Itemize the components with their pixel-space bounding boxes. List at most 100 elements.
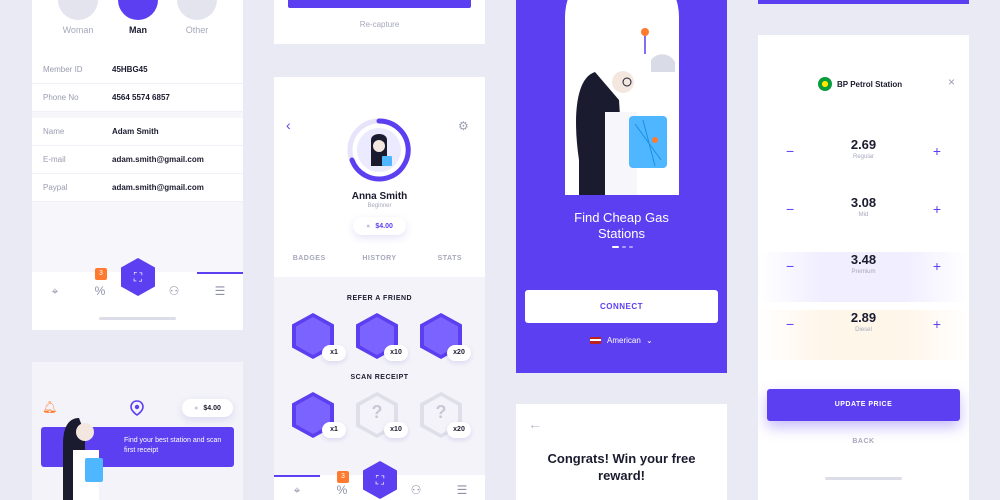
woman-avatar-icon[interactable] [58,0,98,20]
language-selector[interactable]: American ⌄ [516,336,727,345]
gender-other-label[interactable]: Other [167,25,227,35]
paypal-value[interactable]: adam.smith@gmail.com [112,183,204,192]
profile-screen: Woman Man Other Member ID 45HBG45 Phone … [32,0,243,330]
close-icon[interactable]: × [948,75,955,89]
email-value[interactable]: adam.smith@gmail.com [112,155,204,164]
tab-stats[interactable]: STATS [415,255,485,262]
other-avatar-icon[interactable] [177,0,217,20]
map-pin-icon[interactable] [130,400,144,416]
email-row: E-mail adam.smith@gmail.com [32,146,243,174]
scan-button[interactable]: ⛶ [363,461,397,499]
profile-name: Anna Smith [351,191,408,202]
scan-badge-3-mult: x20 [447,422,471,438]
gender-selector: Woman Man Other [32,0,243,56]
recapture-link[interactable]: Re-capture [274,20,485,29]
paypal-row: Paypal adam.smith@gmail.com [32,174,243,202]
profile-level: Beginner [367,203,392,209]
question-mark-icon: ? [435,402,447,422]
reward-screen: ← Congrats! Win your free reward! [516,404,727,500]
gender-woman-label[interactable]: Woman [48,25,108,35]
station-price-screen: BP Petrol Station × − 2.69 Regular + − 3… [758,35,969,500]
balance-value: $4.00 [203,404,221,412]
man-avatar-icon[interactable] [118,0,158,20]
page-indicator [612,246,633,248]
refer-badge-2-mult: x10 [384,345,408,361]
paypal-label: Paypal [43,183,68,192]
home-indicator [825,477,902,480]
increase-diesel-button[interactable]: + [933,316,941,332]
bp-logo-icon [818,77,832,91]
active-tab-indicator [197,272,243,274]
back-button[interactable]: BACK [758,438,969,445]
menu-icon[interactable]: ☰ [213,284,227,298]
home-map-screen: 🔔︎ ● $4.00 Find your best station and sc… [32,362,243,500]
top-accent-bar [758,0,969,4]
increase-premium-button[interactable]: + [933,258,941,274]
reward-title: Congrats! Win your free reward! [516,450,727,484]
bell-icon[interactable]: 🔔︎ [42,400,57,414]
scan-receipt-title: SCAN RECEIPT [350,374,409,381]
increase-regular-button[interactable]: + [933,143,941,159]
location-pin-icon[interactable]: ⌖ [290,483,304,497]
woman-illustration-icon [63,418,103,500]
menu-icon[interactable]: ☰ [455,483,469,497]
email-label: E-mail [43,155,66,164]
gender-man-label[interactable]: Man [108,25,168,35]
balance-pill[interactable]: ● $4.00 [182,399,233,417]
member-info: Member ID 45HBG45 Phone No 4564 5574 685… [32,56,243,112]
tab-badges[interactable]: BADGES [274,255,344,262]
phone-row: Phone No 4564 5574 6857 [32,84,243,112]
user-icon: ● [366,222,371,230]
capture-button[interactable] [288,0,471,8]
referral-icon[interactable]: ⚇ [409,483,423,497]
price-row-mid: − 3.08 Mid + [758,195,969,245]
station-name: BP Petrol Station [837,79,903,89]
station-header: BP Petrol Station [818,77,902,91]
onboarding-screen: Find Cheap Gas Stations CONNECT American… [516,0,727,373]
member-id-row: Member ID 45HBG45 [32,56,243,84]
avatar-progress-ring [347,118,411,182]
capture-screen: Re-capture [274,0,485,44]
user-icon: ● [194,404,199,412]
scan-badge-2-mult: x10 [384,422,408,438]
back-arrow-icon[interactable]: ← [528,416,542,432]
profile-balance-pill[interactable]: ● $4.00 [353,217,406,235]
profile-tabs: BADGES HISTORY STATS [274,255,485,262]
home-indicator [99,317,176,320]
phone-value[interactable]: 4564 5574 6857 [112,93,170,102]
onboarding-title-line1: Find Cheap Gas [574,210,669,225]
member-id-value: 45HBG45 [112,65,148,74]
location-pin-icon[interactable]: ⌖ [48,284,62,298]
connect-button[interactable]: CONNECT [525,290,718,323]
settings-gear-icon[interactable]: ⚙ [458,119,469,133]
us-flag-icon [590,337,602,345]
onboarding-title-line2: Stations [598,226,645,241]
woman-with-map-illustration [576,28,675,195]
profile-balance-value: $4.00 [375,222,393,230]
discount-icon[interactable]: % [335,483,349,497]
chevron-down-icon: ⌄ [646,336,653,345]
question-mark-icon: ? [371,402,383,422]
active-tab-indicator [274,475,320,477]
notification-badge: 3 [95,268,107,280]
name-label: Name [43,127,65,136]
refer-badge-3-mult: x20 [447,345,471,361]
badges-panel: REFER A FRIEND x1 x10 x20 SCAN RECEIPT x… [274,277,485,500]
bottom-nav: ⌖ % 3 ⛶ ⚇ ☰ [274,461,485,500]
tab-history[interactable]: HISTORY [344,255,414,262]
name-value[interactable]: Adam Smith [112,127,159,136]
scan-button[interactable]: ⛶ [121,258,155,296]
user-profile-screen: ‹ ⚙ Anna Smith Beginner ● $4.00 BADGES H… [274,77,485,277]
refer-friend-title: REFER A FRIEND [346,295,413,302]
update-price-button[interactable]: UPDATE PRICE [767,389,960,421]
back-arrow-icon[interactable]: ‹ [286,117,291,133]
member-id-label: Member ID [43,65,83,74]
referral-icon[interactable]: ⚇ [167,284,181,298]
onboarding-title: Find Cheap Gas Stations [516,210,727,242]
refer-badge-1-mult: x1 [322,345,346,361]
notification-badge: 3 [337,471,349,483]
discount-icon[interactable]: % [93,284,107,298]
language-value: American [607,336,641,345]
name-row: Name Adam Smith [32,118,243,146]
increase-mid-button[interactable]: + [933,201,941,217]
